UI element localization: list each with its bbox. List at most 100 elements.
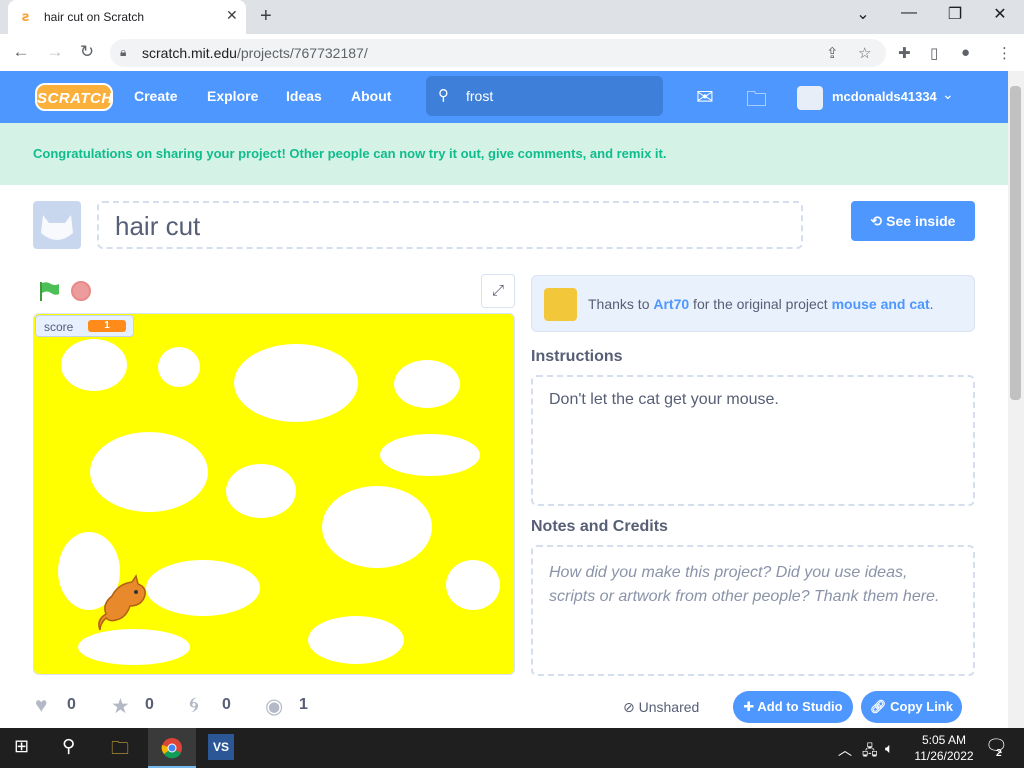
white-spot: [146, 560, 260, 616]
minimize-icon[interactable]: —: [894, 4, 924, 22]
visual-studio-icon[interactable]: VS: [208, 734, 234, 760]
clock-time: 5:05 AM: [921, 733, 967, 747]
instructions-text: Don't let the cat get your mouse.: [549, 391, 779, 408]
white-spot: [322, 486, 432, 568]
instructions-heading: Instructions: [531, 348, 623, 365]
my-stuff-folder-icon[interactable]: 🗀: [746, 85, 767, 120]
favorite-star-icon[interactable]: ★: [111, 694, 130, 719]
clock-date: 11/26/2022: [914, 749, 974, 763]
user-avatar[interactable]: [797, 86, 823, 110]
white-spot: [90, 432, 208, 512]
project-title: hair cut: [115, 211, 201, 241]
link-icon: 🔗︎: [870, 699, 891, 714]
show-hidden-icons-icon[interactable]: ︿: [838, 740, 852, 760]
nav-about[interactable]: About: [351, 88, 391, 104]
tab-close-icon[interactable]: ✕: [226, 7, 238, 24]
original-author-link[interactable]: Art70: [653, 296, 689, 312]
notes-placeholder: How did you make this project? Did you u…: [549, 564, 940, 605]
side-panel-icon[interactable]: ▯: [930, 44, 938, 62]
scrollbar-thumb[interactable]: [1010, 86, 1021, 400]
unshared-icon: ⊘: [623, 699, 639, 715]
love-count: 0: [67, 696, 76, 713]
nav-explore[interactable]: Explore: [207, 88, 258, 104]
credit-prefix: Thanks to: [588, 296, 654, 312]
original-author-avatar[interactable]: [544, 288, 577, 321]
chrome-menu-icon[interactable]: ⋮: [997, 44, 1012, 62]
share-status: ⊘ Unshared: [623, 699, 699, 716]
remix-swirl-icon: 🌀︎: [189, 694, 199, 717]
love-heart-icon[interactable]: ♥: [35, 694, 47, 718]
chrome-icon: [161, 738, 182, 759]
chrome-taskbar-button[interactable]: [148, 728, 196, 768]
white-spot: [61, 339, 127, 391]
project-author-avatar[interactable]: [33, 201, 81, 249]
share-success-banner: Congratulations on sharing your project!…: [0, 123, 1008, 185]
back-icon[interactable]: ←: [10, 42, 32, 62]
messages-icon[interactable]: ✉: [696, 85, 714, 110]
profile-icon[interactable]: ●: [961, 44, 970, 61]
network-icon[interactable]: 🖧︎: [862, 740, 878, 764]
project-stage[interactable]: [33, 313, 515, 675]
score-value: 1: [88, 320, 126, 332]
new-tab-icon[interactable]: +: [260, 5, 272, 28]
copy-link-button[interactable]: 🔗︎ Copy Link: [861, 691, 962, 723]
credit-middle: for the original project: [689, 296, 832, 312]
address-bar[interactable]: 🔒︎ scratch.mit.edu/projects/767732187/: [110, 39, 886, 67]
plus-icon: ✚: [743, 699, 758, 714]
nav-create[interactable]: Create: [134, 88, 178, 104]
tab-search-chevron-icon[interactable]: ⌄: [848, 4, 878, 24]
remix-arrows-icon: ⟲: [870, 213, 887, 229]
white-spot: [394, 360, 460, 408]
taskbar-search-icon[interactable]: ⚲: [62, 736, 75, 757]
browser-tab[interactable]: ꙅ hair cut on Scratch ✕: [8, 0, 246, 34]
account-dropdown-icon[interactable]: ⌄: [942, 86, 954, 103]
score-monitor: score 1: [35, 315, 134, 337]
see-inside-label: See inside: [886, 213, 956, 229]
banner-message: Congratulations on sharing your project!…: [33, 146, 667, 161]
forward-icon[interactable]: →: [44, 42, 66, 62]
search-value: frost: [466, 88, 494, 104]
add-to-studio-button[interactable]: ✚ Add to Studio: [733, 691, 853, 723]
white-spot: [158, 347, 200, 387]
original-project-link[interactable]: mouse and cat: [832, 296, 930, 312]
scratch-favicon-icon: ꙅ: [22, 9, 30, 24]
notes-field[interactable]: How did you make this project? Did you u…: [531, 545, 975, 676]
window-close-icon[interactable]: ✕: [985, 4, 1015, 24]
favorite-count: 0: [145, 696, 154, 713]
remix-count: 0: [222, 696, 231, 713]
scratch-logo[interactable]: SCRATCH: [35, 83, 113, 111]
add-to-studio-label: Add to Studio: [757, 699, 843, 714]
nav-ideas[interactable]: Ideas: [286, 88, 322, 104]
fullscreen-icon[interactable]: ⤢: [481, 274, 515, 308]
unshared-label: Unshared: [638, 699, 700, 715]
username[interactable]: mcdonalds41334: [832, 89, 937, 104]
notification-count: 2: [996, 748, 1002, 759]
restore-icon[interactable]: ❐: [940, 4, 970, 24]
white-spot: [308, 616, 404, 664]
white-spot: [234, 344, 358, 422]
green-flag-icon[interactable]: [38, 281, 60, 301]
copy-link-label: Copy Link: [890, 699, 953, 714]
view-count: 1: [299, 696, 308, 713]
white-spot: [226, 464, 296, 518]
extensions-icon[interactable]: ✚: [898, 44, 911, 62]
see-inside-button[interactable]: ⟲ See inside: [851, 201, 975, 241]
share-icon[interactable]: ⇪: [826, 44, 839, 62]
bookmark-star-icon[interactable]: ☆: [858, 44, 871, 62]
taskbar-clock[interactable]: 5:05 AM 11/26/2022: [906, 732, 982, 764]
windows-start-icon[interactable]: ⊞: [14, 736, 29, 757]
lock-icon: 🔒︎: [120, 45, 127, 59]
notes-heading: Notes and Credits: [531, 518, 668, 535]
project-title-field[interactable]: hair cut: [97, 201, 803, 249]
reload-icon[interactable]: ↻: [76, 42, 98, 62]
instructions-field[interactable]: Don't let the cat get your mouse.: [531, 375, 975, 506]
url-host: scratch.mit.edu: [142, 45, 237, 61]
search-input[interactable]: ⚲ frost: [426, 76, 663, 116]
file-explorer-icon[interactable]: 🗀: [111, 736, 129, 766]
search-icon: ⚲: [438, 87, 449, 104]
cat-sprite[interactable]: [92, 570, 150, 636]
stop-sign-icon[interactable]: [71, 281, 91, 301]
volume-icon[interactable]: 🔈︎: [885, 740, 893, 757]
tab-title: hair cut on Scratch: [44, 10, 145, 24]
score-label: score: [44, 320, 74, 334]
